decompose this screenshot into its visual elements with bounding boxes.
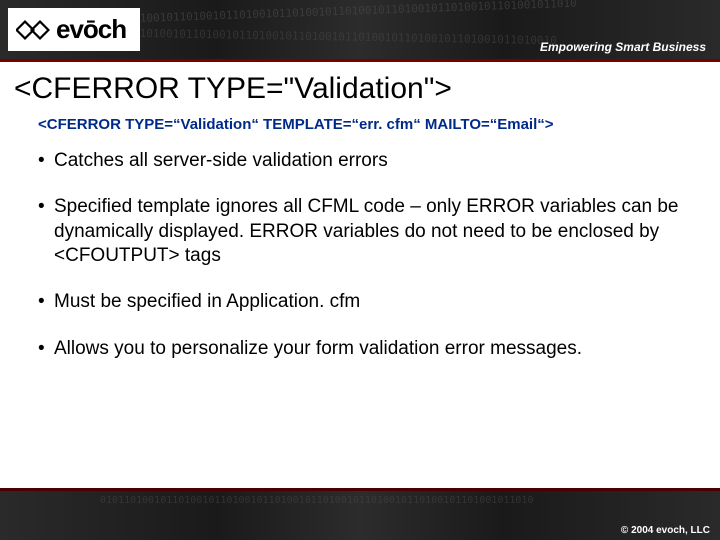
bullet-list: Catches all server-side validation error… [38, 149, 706, 361]
bullet-item: Specified template ignores all CFML code… [38, 195, 706, 268]
footer-background [0, 490, 720, 540]
bullet-item: Must be specified in Application. cfm [38, 290, 706, 314]
logo-diamonds-icon [16, 16, 50, 44]
copyright-text: © 2004 evoch, LLC [621, 525, 710, 536]
footer-divider [0, 488, 720, 491]
logo-block: evōch [8, 8, 140, 51]
slide-content: <CFERROR TYPE="Validation"> <CFERROR TYP… [0, 72, 720, 383]
header-divider [0, 59, 720, 62]
brand-name: evōch [56, 14, 126, 45]
bullet-item: Catches all server-side validation error… [38, 149, 706, 173]
tagline-text: Empowering Smart Business [540, 40, 706, 54]
slide-title: <CFERROR TYPE="Validation"> [14, 72, 706, 106]
bullet-item: Allows you to personalize your form vali… [38, 337, 706, 361]
code-example: <CFERROR TYPE=“Validation“ TEMPLATE=“err… [38, 116, 706, 133]
